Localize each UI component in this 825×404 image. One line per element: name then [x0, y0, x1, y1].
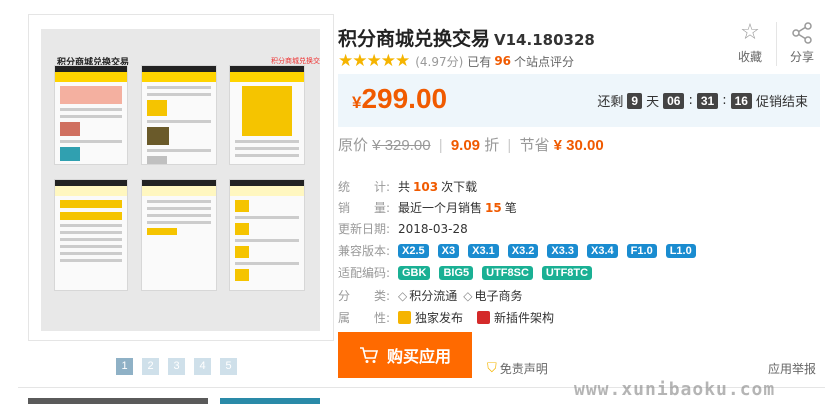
price-panel: ¥299.00 还剩 9 天 06: 31: 16 促销结束 — [338, 74, 820, 127]
rating-prefix: 已有 — [467, 54, 492, 69]
sales-row: 销 量: 最近一个月销售 15 笔 — [338, 200, 517, 216]
sale-price: ¥299.00 — [352, 83, 447, 115]
encoding-tag[interactable]: UTF8TC — [541, 265, 593, 280]
compat-tag[interactable]: X3.1 — [468, 243, 499, 258]
compat-tag[interactable]: X3 — [437, 243, 460, 258]
exclusive-icon — [398, 311, 411, 324]
gallery-page-4[interactable]: 4 — [194, 358, 211, 375]
detail-tab-active[interactable] — [220, 398, 320, 404]
product-name: 积分商城兑换交易 — [338, 28, 491, 50]
rating-score: (4.97分) — [415, 54, 464, 69]
preview-image[interactable]: 积分商城兑换交易 积分商城兑换交易 — [41, 29, 320, 331]
save-amount: ¥ 30.00 — [553, 137, 604, 154]
gallery-page-1[interactable]: 1 — [116, 358, 133, 375]
countdown-minutes: 31 — [696, 92, 719, 109]
category-label: 分 类: — [338, 289, 391, 303]
screenshot-phone-6 — [229, 179, 305, 291]
original-price: ¥ 329.00 — [372, 137, 431, 154]
screenshot-phone-3 — [229, 65, 305, 165]
compat-tag[interactable]: X3.3 — [547, 243, 579, 258]
report-link[interactable]: 应用举报 — [768, 360, 816, 377]
attribute-exclusive: 独家发布 — [398, 309, 463, 326]
cart-icon — [359, 345, 379, 365]
buy-button[interactable]: 购买应用 — [338, 332, 472, 378]
watermark: www.xunibaoku.com — [574, 379, 776, 400]
encoding-tag[interactable]: BIG5 — [439, 265, 474, 280]
updated-row: 更新日期: 2018-03-28 — [338, 220, 468, 237]
category-link[interactable]: ◇ 电子商务 — [463, 287, 522, 304]
product-title: 积分商城兑换交易 V14.180328 — [338, 24, 595, 51]
countdown-days-unit: 天 — [646, 95, 660, 110]
attribute-row: 属 性: 独家发布 新插件架构 — [338, 309, 568, 326]
buy-label: 购买应用 — [386, 347, 451, 366]
gallery-pagination: 1 2 3 4 5 — [116, 358, 237, 375]
category-link[interactable]: ◇ 积分流通 — [398, 287, 457, 304]
discount-value: 9.09 — [450, 137, 481, 154]
encoding-label: 适配编码: — [338, 266, 391, 280]
rating-suffix: 个站点评分 — [514, 54, 575, 69]
updated-label: 更新日期: — [338, 222, 391, 236]
compat-tag[interactable]: F1.0 — [626, 243, 657, 258]
screenshot-phone-1 — [54, 65, 128, 165]
screenshot-phone-2 — [141, 65, 217, 165]
countdown-suffix: 促销结束 — [755, 95, 808, 110]
encoding-tag[interactable]: UTF8SC — [482, 265, 533, 280]
product-version: V14.180328 — [494, 31, 595, 49]
new-arch-icon — [477, 311, 491, 324]
price-amount: 299.00 — [361, 83, 448, 114]
action-buttons: ☆ 收藏 分享 — [730, 18, 822, 68]
original-label: 原价 — [338, 137, 369, 154]
attribute-new-arch: 新插件架构 — [477, 309, 554, 326]
attribute-label: 属 性: — [338, 311, 391, 325]
gallery-page-3[interactable]: 3 — [168, 358, 185, 375]
share-button[interactable]: 分享 — [782, 18, 822, 65]
save-label: 节省 — [519, 137, 550, 154]
gallery-page-5[interactable]: 5 — [220, 358, 237, 375]
gallery-page-2[interactable]: 2 — [142, 358, 159, 375]
rating-row: ★★★★★ (4.97分) 已有 96 个站点评分 — [338, 51, 574, 71]
original-price-row: 原价 ¥ 329.00 | 9.09 折 | 节省 ¥ 30.00 — [338, 137, 604, 154]
category-row: 分 类: ◇ 积分流通 ◇ 电子商务 — [338, 287, 529, 304]
disclaimer-link[interactable]: ⛉ 免责声明 — [487, 360, 548, 377]
compat-label: 兼容版本: — [338, 244, 391, 258]
encoding-row: 适配编码: GBK BIG5 UTF8SC UTF8TC — [338, 264, 601, 281]
compat-row: 兼容版本: X2.5 X3 X3.1 X3.2 X3.3 X3.4 F1.0 L… — [338, 242, 705, 259]
screenshot-phone-5 — [141, 179, 217, 291]
detail-tab-bar[interactable] — [28, 398, 208, 404]
product-gallery: 积分商城兑换交易 积分商城兑换交易 — [28, 14, 334, 341]
compat-tag[interactable]: X2.5 — [398, 243, 429, 258]
compat-tag[interactable]: X3.4 — [587, 243, 618, 258]
share-label: 分享 — [789, 50, 814, 64]
star-outline-icon: ☆ — [740, 20, 760, 45]
action-divider — [776, 22, 777, 66]
downloads-label: 统 计: — [338, 180, 391, 194]
screenshot-phone-4 — [54, 179, 128, 291]
share-icon — [782, 18, 822, 48]
countdown-prefix: 还剩 — [597, 95, 624, 110]
favorite-label: 收藏 — [737, 50, 762, 64]
sales-label: 销 量: — [338, 201, 391, 215]
tag-icon: ◇ — [398, 288, 408, 303]
compat-tag[interactable]: X3.2 — [507, 243, 539, 258]
downloads-row: 统 计: 共 103 次下载 — [338, 179, 478, 195]
downloads-count: 103 — [413, 179, 439, 194]
rating-count: 96 — [494, 54, 512, 68]
discount-unit: 折 — [484, 137, 500, 154]
shield-icon: ⛉ — [487, 361, 497, 376]
updated-date: 2018-03-28 — [398, 221, 468, 236]
countdown-days: 9 — [627, 92, 643, 109]
countdown-hours: 06 — [663, 92, 685, 109]
compat-tag[interactable]: L1.0 — [665, 243, 696, 258]
countdown-seconds: 16 — [730, 92, 752, 109]
encoding-tag[interactable]: GBK — [398, 265, 431, 280]
rating-stars-icon: ★★★★★ — [338, 51, 410, 71]
sales-count: 15 — [485, 200, 502, 215]
tag-icon: ◇ — [463, 288, 473, 303]
favorite-button[interactable]: ☆ 收藏 — [730, 18, 770, 65]
promo-countdown: 还剩 9 天 06: 31: 16 促销结束 — [597, 92, 808, 110]
